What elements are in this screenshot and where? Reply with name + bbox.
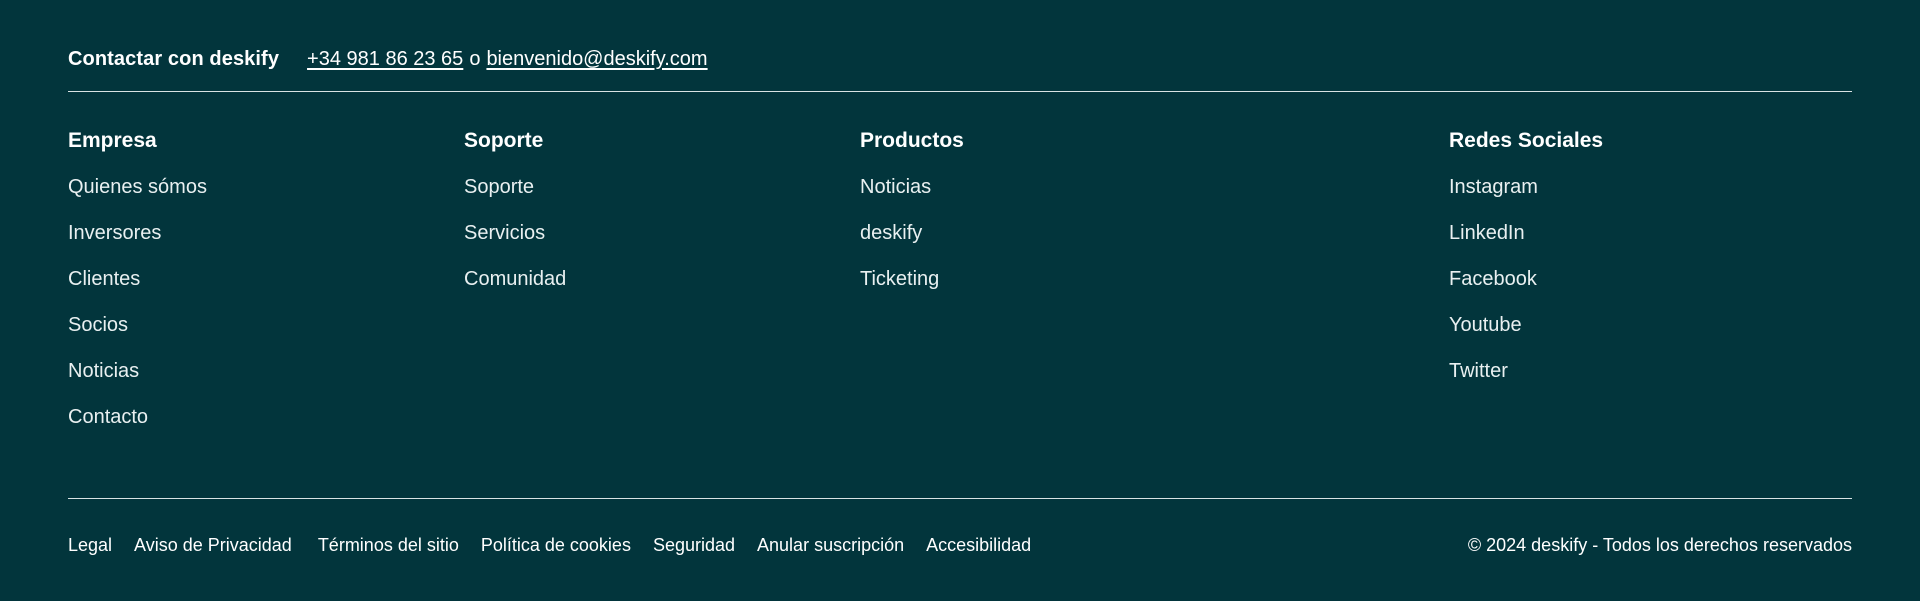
link-legal[interactable]: Legal [68, 535, 112, 556]
contact-bar: Contactar con deskify +34 981 86 23 65 o… [68, 44, 708, 74]
redes-sociales-links: Instagram LinkedIn Facebook Youtube Twit… [1449, 172, 1603, 402]
link-aviso-privacidad[interactable]: Aviso de Privacidad [134, 535, 292, 556]
contact-title: Contactar con deskify [68, 47, 280, 70]
column-soporte: Soporte Soporte Servicios Comunidad [464, 126, 566, 310]
productos-links: Noticias deskify Ticketing [860, 172, 964, 310]
link-facebook[interactable]: Facebook [1449, 264, 1603, 310]
column-redes-sociales: Redes Sociales Instagram LinkedIn Facebo… [1449, 126, 1603, 402]
link-contacto[interactable]: Contacto [68, 402, 207, 448]
link-quienes-somos[interactable]: Quienes sómos [68, 172, 207, 218]
link-clientes[interactable]: Clientes [68, 264, 207, 310]
copyright-text: © 2024 deskify - Todos los derechos rese… [1467, 534, 1852, 555]
top-divider [68, 91, 1852, 92]
contact-email-link[interactable]: bienvenido@deskify.com [486, 48, 707, 71]
link-twitter[interactable]: Twitter [1449, 356, 1603, 402]
link-ticketing[interactable]: Ticketing [860, 264, 964, 310]
bottom-divider [68, 498, 1852, 499]
link-soporte[interactable]: Soporte [464, 172, 566, 218]
link-politica-cookies[interactable]: Política de cookies [481, 535, 631, 556]
column-productos: Productos Noticias deskify Ticketing [860, 126, 964, 310]
empresa-links: Quienes sómos Inversores Clientes Socios… [68, 172, 207, 448]
link-instagram[interactable]: Instagram [1449, 172, 1603, 218]
link-anular-suscripcion[interactable]: Anular suscripción [757, 535, 904, 556]
column-title-redes-sociales: Redes Sociales [1449, 129, 1604, 152]
link-terminos-sitio[interactable]: Términos del sitio [318, 535, 459, 556]
contact-separator: o [469, 47, 481, 70]
link-deskify[interactable]: deskify [860, 218, 964, 264]
link-comunidad[interactable]: Comunidad [464, 264, 566, 310]
column-empresa: Empresa Quienes sómos Inversores Cliente… [68, 126, 207, 448]
link-socios[interactable]: Socios [68, 310, 207, 356]
link-youtube[interactable]: Youtube [1449, 310, 1603, 356]
column-title-soporte: Soporte [464, 129, 544, 152]
column-title-empresa: Empresa [68, 129, 157, 152]
link-linkedin[interactable]: LinkedIn [1449, 218, 1603, 264]
link-seguridad[interactable]: Seguridad [653, 535, 735, 556]
legal-links: Legal Aviso de Privacidad Términos del s… [68, 535, 1053, 556]
site-footer: Contactar con deskify +34 981 86 23 65 o… [68, 0, 1852, 601]
bottom-bar: Legal Aviso de Privacidad Términos del s… [68, 530, 1852, 560]
link-noticias-empresa[interactable]: Noticias [68, 356, 207, 402]
column-title-productos: Productos [860, 129, 964, 152]
link-accesibilidad[interactable]: Accesibilidad [926, 535, 1031, 556]
soporte-links: Soporte Servicios Comunidad [464, 172, 566, 310]
link-inversores[interactable]: Inversores [68, 218, 207, 264]
contact-phone-link[interactable]: +34 981 86 23 65 [307, 48, 463, 71]
link-noticias-productos[interactable]: Noticias [860, 172, 964, 218]
link-servicios[interactable]: Servicios [464, 218, 566, 264]
